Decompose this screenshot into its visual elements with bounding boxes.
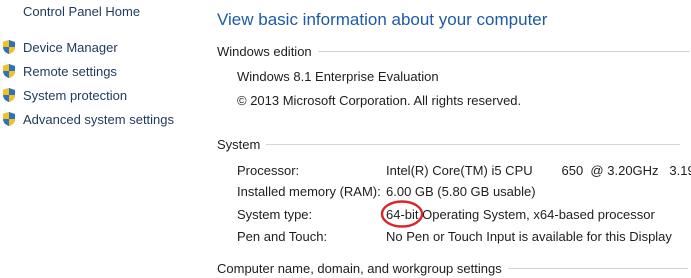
- section-divider: [266, 144, 681, 145]
- annotation-circle: [380, 200, 424, 228]
- control-panel-home-link[interactable]: Control Panel Home: [23, 4, 140, 19]
- pen-and-touch-value: No Pen or Touch Input is available for t…: [386, 229, 672, 244]
- installed-memory-value: 6.00 GB (5.80 GB usable): [386, 184, 536, 199]
- processor-label: Processor:: [237, 163, 300, 178]
- uac-shield-icon: [3, 112, 15, 126]
- device-manager-label: Device Manager: [23, 39, 118, 55]
- system-section: System: [217, 137, 681, 152]
- section-divider: [317, 51, 690, 52]
- advanced-system-settings-link[interactable]: Advanced system settings: [0, 109, 174, 129]
- uac-shield-icon: [3, 40, 15, 54]
- computer-name-section: Computer name, domain, and workgroup set…: [217, 261, 688, 276]
- copyright-text: © 2013 Microsoft Corporation. All rights…: [237, 93, 522, 108]
- system-protection-link[interactable]: System protection: [0, 85, 127, 105]
- windows-edition-section: Windows edition: [217, 44, 690, 59]
- uac-shield-icon: [3, 64, 15, 78]
- remote-settings-label: Remote settings: [23, 63, 117, 79]
- system-protection-label: System protection: [23, 87, 128, 103]
- system-type-label: System type:: [237, 207, 313, 222]
- advanced-system-settings-label: Advanced system settings: [23, 111, 175, 127]
- remote-settings-link[interactable]: Remote settings: [0, 61, 117, 81]
- windows-edition-heading: Windows edition: [217, 44, 312, 59]
- windows-edition-value: Windows 8.1 Enterprise Evaluation: [237, 69, 439, 84]
- installed-memory-label: Installed memory (RAM):: [237, 184, 381, 199]
- section-divider: [507, 268, 688, 269]
- uac-shield-icon: [3, 88, 15, 102]
- system-type-value: 64-bit Operating System, x64-based proce…: [386, 207, 655, 222]
- processor-value: Intel(R) Core(TM) i5 CPU 650 @ 3.20GHz 3…: [386, 163, 691, 178]
- computer-name-heading: Computer name, domain, and workgroup set…: [217, 261, 502, 276]
- pen-and-touch-label: Pen and Touch:: [237, 229, 328, 244]
- system-heading: System: [217, 137, 261, 152]
- page-title: View basic information about your comput…: [217, 10, 548, 29]
- device-manager-link[interactable]: Device Manager: [0, 37, 118, 57]
